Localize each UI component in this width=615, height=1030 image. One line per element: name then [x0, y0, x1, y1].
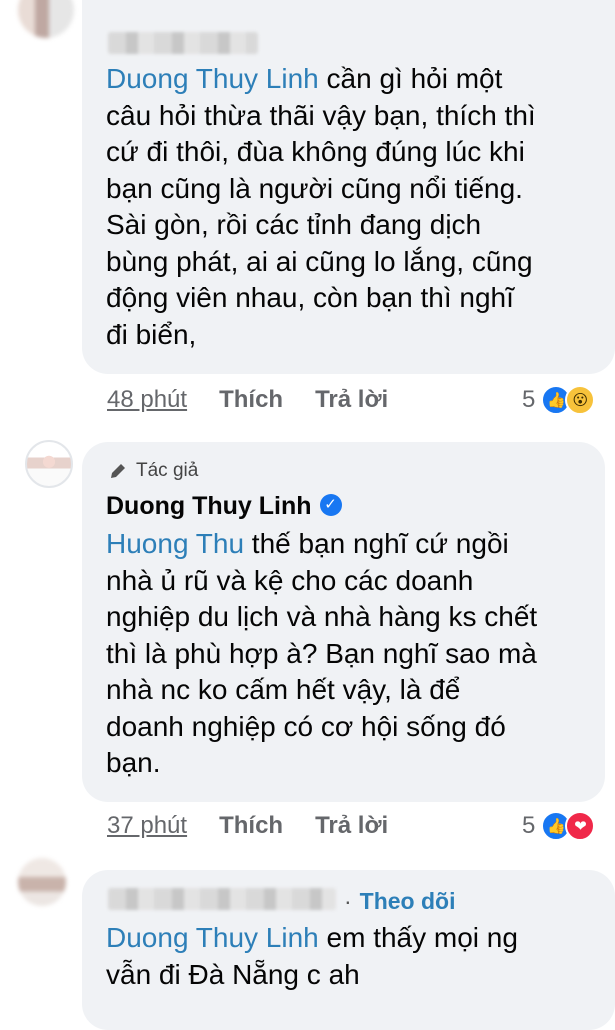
commenter-avatar-blurred[interactable]	[18, 858, 66, 906]
reaction-count: 5	[522, 386, 536, 413]
comment-text: Huong Thu thế bạn nghĩ cứ ngồi nhà ủ rũ …	[106, 528, 538, 778]
pencil-icon	[111, 464, 125, 478]
reply-button[interactable]: Trả lời	[315, 812, 388, 840]
timestamp-link[interactable]: 48 phút	[107, 386, 187, 414]
comment-actions: 48 phút Thích Trả lời	[107, 386, 420, 414]
love-icon: ❤	[565, 811, 596, 841]
wow-icon: 😮	[565, 385, 596, 415]
author-badge: Tác giả	[108, 460, 198, 482]
verified-badge-icon: ✓	[319, 494, 342, 517]
reaction-summary[interactable]: 5 👍 😮	[522, 385, 596, 415]
blurred-commenter-name[interactable]	[108, 888, 336, 910]
timestamp-link[interactable]: 37 phút	[107, 812, 187, 840]
follow-link[interactable]: · Theo dõi	[344, 888, 456, 915]
comment-text: Duong Thuy Linh cần gì hỏi một câu hỏi t…	[106, 63, 536, 350]
comment-bubble: Tác giả Duong Thuy Linh ✓ Huong Thu thế b…	[82, 442, 605, 802]
comment-actions: 37 phút Thích Trả lời	[107, 812, 420, 840]
reaction-count: 5	[522, 812, 536, 839]
comment-text: Duong Thuy Linh em thấy mọi ng vẫn đi Đà…	[106, 922, 518, 990]
mention-link[interactable]: Duong Thuy Linh	[106, 922, 319, 953]
comment-bubble: · Theo dõi Duong Thuy Linh em thấy mọi ng…	[82, 870, 615, 1030]
like-button[interactable]: Thích	[219, 812, 283, 840]
author-name[interactable]: Duong Thuy Linh ✓	[106, 492, 342, 521]
reply-button[interactable]: Trả lời	[315, 386, 388, 414]
blurred-commenter-name[interactable]	[108, 32, 258, 54]
mention-link[interactable]: Huong Thu	[106, 528, 244, 559]
comment-bubble: Duong Thuy Linh cần gì hỏi một câu hỏi t…	[82, 0, 615, 374]
reaction-summary[interactable]: 5 👍 ❤	[522, 811, 596, 841]
author-avatar[interactable]	[25, 440, 73, 488]
commenter-avatar-blurred[interactable]	[18, 0, 74, 38]
mention-link[interactable]: Duong Thuy Linh	[106, 63, 319, 94]
like-button[interactable]: Thích	[219, 386, 283, 414]
